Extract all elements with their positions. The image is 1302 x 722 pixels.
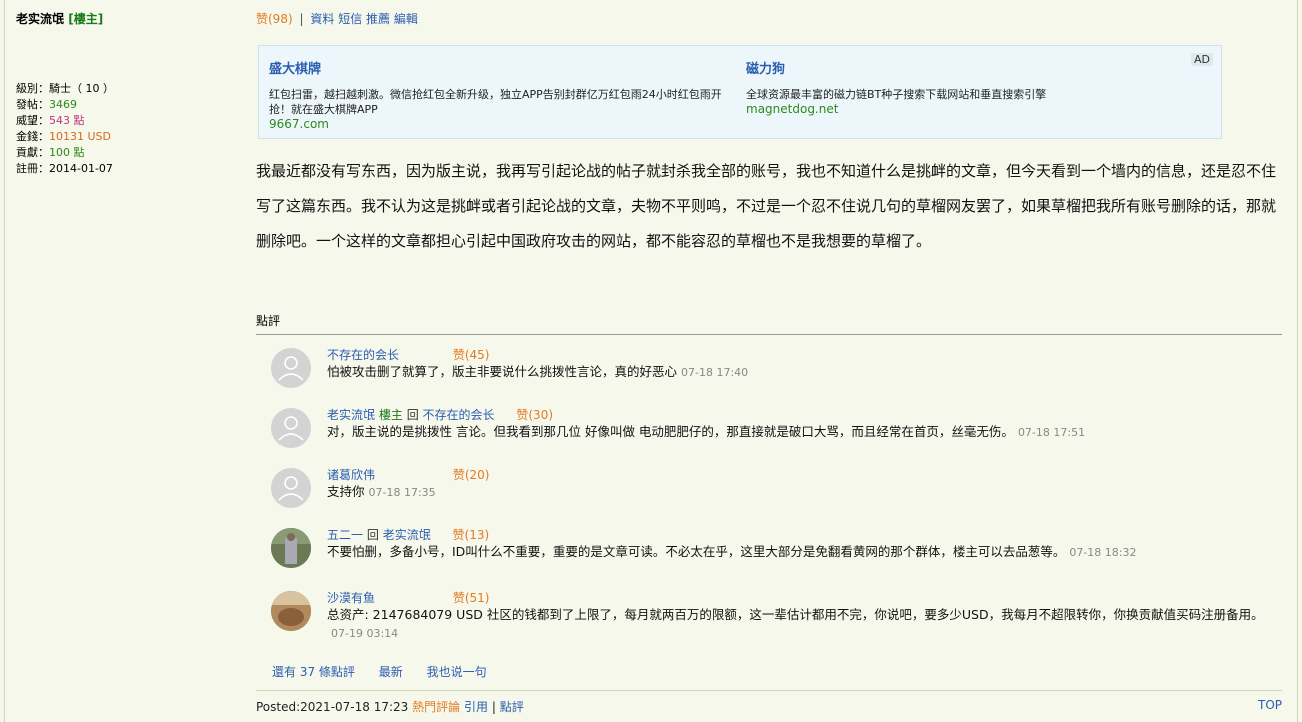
comment-user[interactable]: 诸葛欣伟 [327, 468, 375, 482]
author-line: 老实流氓 [樓主] [16, 10, 236, 27]
stat-label: 發帖： [16, 98, 49, 111]
comment-content: 总资产: 2147684079 USD 社区的钱都到了上限了，每月就两百万的限额… [327, 607, 1264, 622]
comment-user[interactable]: 五二一 [327, 528, 363, 542]
stat-label: 威望： [16, 114, 49, 127]
ad-banner: 盛大棋牌 红包扫雷，越扫越刺激。微信抢红包全新升级，独立APP告别封群亿万红包雨… [258, 45, 1222, 139]
comment-content: 怕被攻击删了就算了，版主非要说什么挑拨性言论，真的好恶心 [327, 364, 678, 379]
comment-like[interactable]: 赞(45) [453, 348, 490, 362]
comment-header: 不存在的会长 赞(45) [327, 346, 1277, 363]
comment-user[interactable]: 沙漠有鱼 [327, 591, 375, 605]
comment-header: 诸葛欣伟 赞(20) [327, 466, 1277, 483]
edit-link[interactable]: 編輯 [394, 12, 418, 26]
comment-time: 07-18 17:40 [681, 366, 749, 379]
comment-like[interactable]: 赞(51) [453, 591, 490, 605]
author-badge: [樓主] [68, 12, 104, 26]
ad-description: 红包扫雷，越扫越刺激。微信抢红包全新升级，独立APP告别封群亿万红包雨24小时红… [269, 88, 722, 116]
ad-url[interactable]: magnetdog.net [746, 102, 1216, 116]
profile-link[interactable]: 資料 [310, 12, 334, 26]
post-toolbar: 赞(98) | 資料 短信 推薦 編輯 [256, 10, 418, 27]
comments-more: 還有 37 條點評 最新 我也说一句 [272, 663, 507, 680]
stat-value: 10131 USD [49, 130, 111, 143]
comment-time: 07-18 17:35 [368, 486, 436, 499]
author-sidebar: 老实流氓 [樓主] 級別：騎士（ 10 ） 發帖：3469 威望：543 點 金… [16, 10, 236, 177]
avatar[interactable] [271, 468, 311, 508]
stat-registered: 註冊：2014-01-07 [16, 161, 236, 177]
toolbar-separator: | [299, 12, 304, 26]
moderator-badge: 樓主 [378, 408, 403, 422]
comment-content: 对，版主说的是挑拨性 言论。但我看到那几位 好像叫做 电动肥肥仔的，那直接就是破… [327, 424, 1014, 439]
ad-url[interactable]: 9667.com [269, 117, 739, 131]
footer-separator: | [491, 700, 496, 714]
comment-text: 怕被攻击删了就算了，版主非要说什么挑拨性言论，真的好恶心 07-18 17:40 [327, 363, 1277, 382]
stat-value: 543 點 [49, 114, 85, 127]
ad-tag: AD [1191, 53, 1213, 66]
stat-prestige: 威望：543 點 [16, 113, 236, 129]
ad-item[interactable]: 磁力狗 全球资源最丰富的磁力链BT种子搜索下载网站和垂直搜索引擎 magnetd… [746, 58, 1216, 116]
comment-like[interactable]: 赞(13) [453, 528, 490, 542]
message-link[interactable]: 短信 [338, 12, 362, 26]
author-name[interactable]: 老实流氓 [16, 12, 64, 26]
comment-content: 不要怕删，多备小号，ID叫什么不重要，重要的是文章可读。不必太在乎，这里大部分是… [327, 544, 1066, 559]
comment-time: 07-18 18:32 [1069, 546, 1137, 559]
back-to-top-link[interactable]: TOP [1258, 698, 1282, 712]
latest-link[interactable]: 最新 [379, 665, 403, 679]
comment-body: 不存在的会长 赞(45) 怕被攻击删了就算了，版主非要说什么挑拨性言论，真的好恶… [327, 346, 1277, 382]
stat-value: 100 點 [49, 146, 85, 159]
stat-value: 3469 [49, 98, 77, 111]
comment-user[interactable]: 不存在的会长 [327, 348, 399, 362]
comment-header: 老实流氓 樓主 回 不存在的会长 赞(30) [327, 406, 1277, 423]
posted-time: Posted:2021-07-18 17:23 [256, 700, 409, 714]
stat-label: 級別： [16, 82, 49, 95]
avatar[interactable] [271, 591, 311, 631]
comment-link[interactable]: 點評 [500, 700, 524, 714]
ad-item[interactable]: 盛大棋牌 红包扫雷，越扫越刺激。微信抢红包全新升级，独立APP告别封群亿万红包雨… [269, 58, 739, 131]
reply-to-user[interactable]: 不存在的会长 [423, 408, 495, 422]
add-comment-link[interactable]: 我也说一句 [427, 665, 487, 679]
comment-body: 老实流氓 樓主 回 不存在的会长 赞(30) 对，版主说的是挑拨性 言论。但我看… [327, 406, 1277, 442]
stat-value: 2014-01-07 [49, 162, 113, 175]
author-stats: 級別：騎士（ 10 ） 發帖：3469 威望：543 點 金錢：10131 US… [16, 81, 236, 177]
ad-title[interactable]: 磁力狗 [746, 58, 1216, 77]
comment-time: 07-19 03:14 [331, 627, 399, 640]
comment-text: 总资产: 2147684079 USD 社区的钱都到了上限了，每月就两百万的限额… [327, 606, 1277, 643]
avatar[interactable] [271, 528, 311, 568]
more-comments-link[interactable]: 還有 37 條點評 [272, 665, 355, 679]
stat-posts: 發帖：3469 [16, 97, 236, 113]
avatar[interactable] [271, 408, 311, 448]
avatar[interactable] [271, 348, 311, 388]
hot-comments-link[interactable]: 熱門評論 [412, 700, 460, 714]
comment-content: 支持你 [327, 484, 365, 499]
comment-body: 五二一 回 老实流氓 赞(13) 不要怕删，多备小号，ID叫什么不重要，重要的是… [327, 526, 1277, 562]
stat-contribution: 貢獻：100 點 [16, 145, 236, 161]
comment-like[interactable]: 赞(30) [516, 408, 553, 422]
comment-body: 诸葛欣伟 赞(20) 支持你 07-18 17:35 [327, 466, 1277, 502]
recommend-link[interactable]: 推薦 [366, 12, 390, 26]
comment-header: 五二一 回 老实流氓 赞(13) [327, 526, 1277, 543]
reply-word: 回 [366, 528, 379, 542]
comment-text: 支持你 07-18 17:35 [327, 483, 1277, 502]
comment-time: 07-18 17:51 [1017, 426, 1086, 439]
comment-header: 沙漠有鱼 赞(51) [327, 589, 1277, 606]
comment-body: 沙漠有鱼 赞(51) 总资产: 2147684079 USD 社区的钱都到了上限… [327, 589, 1277, 643]
quote-link[interactable]: 引用 [464, 700, 488, 714]
stat-value: 騎士（ 10 ） [49, 82, 114, 95]
stat-level: 級別：騎士（ 10 ） [16, 81, 236, 97]
ad-description: 全球资源最丰富的磁力链BT种子搜索下载网站和垂直搜索引擎 [746, 88, 1047, 101]
post-body: 我最近都没有写东西，因为版主说，我再写引起论战的帖子就封杀我全部的账号，我也不知… [256, 162, 1277, 250]
stat-label: 註冊： [16, 162, 49, 175]
ad-title[interactable]: 盛大棋牌 [269, 58, 739, 77]
reply-word: 回 [406, 408, 419, 422]
comment-like[interactable]: 赞(20) [453, 468, 490, 482]
comment-text: 对，版主说的是挑拨性 言论。但我看到那几位 好像叫做 电动肥肥仔的，那直接就是破… [327, 423, 1277, 442]
stat-money: 金錢：10131 USD [16, 129, 236, 145]
reply-to-user[interactable]: 老实流氓 [383, 528, 431, 542]
stat-label: 貢獻： [16, 146, 49, 159]
post-footer: Posted:2021-07-18 17:23 熱門評論 引用 | 點評 TOP [256, 690, 1282, 722]
comment-text: 不要怕删，多备小号，ID叫什么不重要，重要的是文章可读。不必太在乎，这里大部分是… [327, 543, 1277, 562]
comments-heading: 點評 [256, 312, 1282, 335]
stat-label: 金錢： [16, 130, 49, 143]
like-button[interactable]: 赞(98) [256, 12, 293, 26]
comment-user[interactable]: 老实流氓 [327, 408, 375, 422]
